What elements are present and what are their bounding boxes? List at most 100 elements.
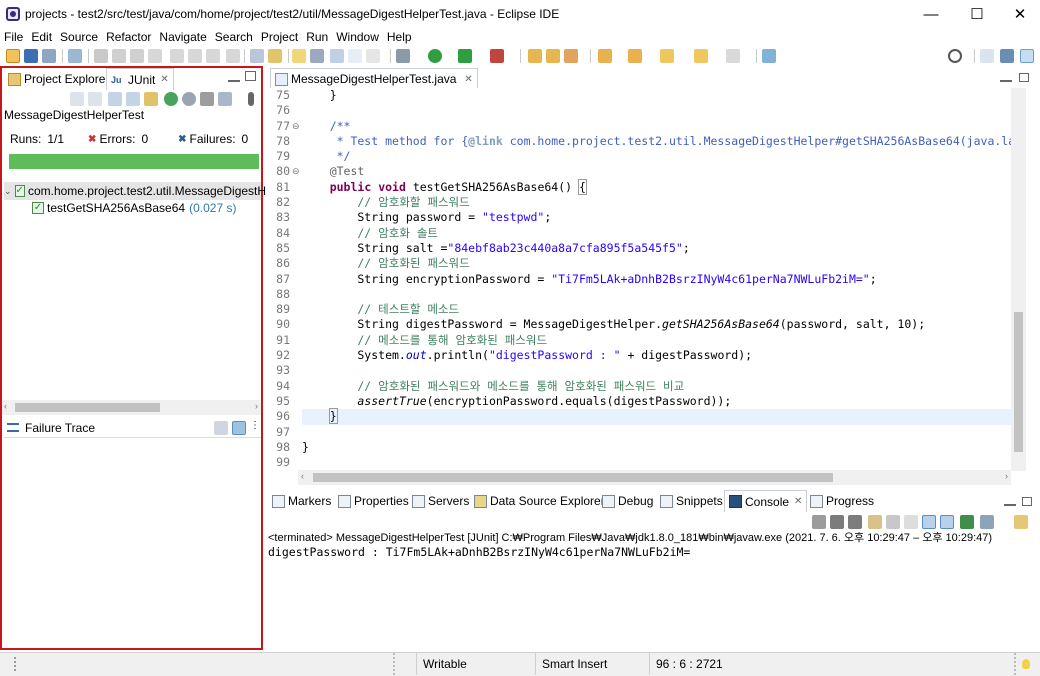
last-edit-icon[interactable]: [660, 49, 674, 63]
code-line[interactable]: }: [302, 408, 1012, 425]
code-line[interactable]: String digestPassword = MessageDigestHel…: [302, 317, 1012, 332]
menu-run[interactable]: Run: [302, 30, 332, 44]
show-on-stderr-icon[interactable]: [940, 515, 954, 529]
close-button[interactable]: ✕: [1000, 0, 1040, 28]
code-line[interactable]: */: [302, 149, 1012, 164]
status-insert-mode[interactable]: Smart Insert: [535, 653, 643, 675]
code-line[interactable]: [302, 287, 1012, 302]
scroll-left-icon[interactable]: ‹: [301, 471, 304, 481]
skip-icon[interactable]: [94, 49, 108, 63]
code-line[interactable]: }: [302, 88, 1012, 103]
resume-icon[interactable]: [112, 49, 126, 63]
code-line[interactable]: [302, 363, 1012, 378]
search-icon[interactable]: [948, 49, 962, 63]
step-over-icon[interactable]: [188, 49, 202, 63]
previous-annotation-icon[interactable]: [628, 49, 642, 63]
tab-snippets[interactable]: Snippets: [656, 490, 727, 512]
new-class-icon[interactable]: [564, 49, 578, 63]
editor-horizontal-scrollbar[interactable]: ‹ ›: [298, 470, 1011, 485]
rerun-failed-icon[interactable]: [182, 92, 196, 106]
new-package-icon[interactable]: [546, 49, 560, 63]
open-perspective-icon[interactable]: [762, 49, 776, 63]
scroll-left-icon[interactable]: ‹: [4, 401, 7, 411]
code-line[interactable]: [302, 455, 1012, 470]
use-step-filters-icon[interactable]: [250, 49, 264, 63]
show-whitespace-icon[interactable]: [348, 49, 362, 63]
debug-icon[interactable]: [396, 49, 410, 63]
view-menu-dots-icon[interactable]: ⋮: [250, 420, 260, 431]
tree-row-suite[interactable]: ⌄ ✓ com.home.project.test2.util.MessageD…: [4, 182, 282, 200]
tree-horizontal-scrollbar[interactable]: ‹ ›: [2, 400, 261, 415]
perspective-debug-icon[interactable]: [1020, 49, 1034, 63]
save-icon[interactable]: [24, 49, 38, 63]
layout-icon[interactable]: [218, 92, 232, 106]
code-line[interactable]: * Test method for {@link com.home.projec…: [302, 134, 1012, 149]
close-icon[interactable]: ✕: [794, 496, 802, 507]
menu-refactor[interactable]: Refactor: [102, 30, 155, 44]
new-java-project-icon[interactable]: [528, 49, 542, 63]
tree-row-test[interactable]: ✓ testGetSHA256AsBase64 (0.027 s): [32, 199, 236, 217]
tab-debug[interactable]: Debug: [598, 490, 657, 512]
code-line[interactable]: String salt ="84ebf8ab23c440a8a7cfa895f5…: [302, 241, 1012, 256]
menu-help[interactable]: Help: [383, 30, 416, 44]
stop-icon[interactable]: [200, 92, 214, 106]
previous-failure-icon[interactable]: [88, 92, 102, 106]
maximize-console-icon[interactable]: [1022, 497, 1032, 506]
perspective-java-icon[interactable]: [980, 49, 994, 63]
tab-editor-file[interactable]: MessageDigestHelperTest.java ✕: [270, 68, 478, 89]
new-icon[interactable]: [6, 49, 20, 63]
maximize-editor-icon[interactable]: [1019, 73, 1029, 82]
minimize-console-icon[interactable]: [1004, 498, 1016, 506]
menu-window[interactable]: Window: [332, 30, 383, 44]
tab-markers[interactable]: Markers: [268, 490, 335, 512]
perspective-jee-icon[interactable]: [1000, 49, 1014, 63]
tab-servers[interactable]: Servers: [408, 490, 473, 512]
code-line[interactable]: // 테스트할 메소드: [302, 302, 1012, 317]
code-line[interactable]: // 암호화 솔트: [302, 226, 1012, 241]
code-line[interactable]: // 암호화된 패스워드: [302, 256, 1012, 271]
compare-result-icon[interactable]: [214, 421, 228, 435]
code-line[interactable]: String password = "testpwd";: [302, 210, 1012, 225]
save-all-icon[interactable]: [42, 49, 56, 63]
tab-progress[interactable]: Progress: [806, 490, 878, 512]
external-tools-icon[interactable]: [490, 49, 504, 63]
code-area[interactable]: } /** * Test method for {@link com.home.…: [302, 88, 1012, 470]
fold-toggle-icon[interactable]: ⊖: [292, 119, 302, 134]
filter-stack-icon[interactable]: [232, 421, 246, 435]
code-line[interactable]: [302, 103, 1012, 118]
open-console-icon[interactable]: [1014, 515, 1028, 529]
terminate-icon[interactable]: [148, 49, 162, 63]
remove-launch-icon[interactable]: [830, 515, 844, 529]
step-into-icon[interactable]: [170, 49, 184, 63]
mark-occurrences-icon[interactable]: [268, 49, 282, 63]
scroll-thumb[interactable]: [15, 403, 160, 412]
fold-toggle-icon[interactable]: ⊖: [292, 164, 302, 179]
close-icon[interactable]: ✕: [464, 74, 472, 85]
pilcrow-icon[interactable]: [366, 49, 380, 63]
console-output[interactable]: digestPassword : Ti7Fm5LAk+aDnhB2BsrzINy…: [268, 545, 1038, 559]
menu-search[interactable]: Search: [211, 30, 257, 44]
scroll-right-icon[interactable]: ›: [255, 401, 258, 411]
toggle-edit-icon[interactable]: [310, 49, 324, 63]
code-line[interactable]: [302, 425, 1012, 440]
minimize-editor-icon[interactable]: [1000, 74, 1012, 82]
maximize-view-icon[interactable]: [245, 71, 256, 81]
drop-frame-icon[interactable]: [226, 49, 240, 63]
word-wrap-icon[interactable]: [904, 515, 918, 529]
tab-project-explorer[interactable]: Project Explorer: [4, 68, 113, 90]
show-failures-icon[interactable]: [108, 92, 122, 106]
scroll-lock-icon[interactable]: [886, 515, 900, 529]
code-editor[interactable]: 75 76 77 78 79 80 81 82 83 84 85 86 87 88 89 90 91 92 93 94…: [266, 88, 1026, 471]
suspend-icon[interactable]: [130, 49, 144, 63]
minimize-button[interactable]: —: [908, 0, 954, 28]
scroll-lock-icon[interactable]: [126, 92, 140, 106]
status-cursor-position[interactable]: 96 : 6 : 2721: [649, 653, 759, 675]
code-line[interactable]: // 암호화할 패스워드: [302, 195, 1012, 210]
scroll-thumb[interactable]: [1014, 312, 1023, 452]
lightbulb-icon[interactable]: [1014, 653, 1040, 675]
maximize-button[interactable]: ☐: [954, 0, 1000, 28]
display-console-icon[interactable]: [980, 515, 994, 529]
scroll-thumb[interactable]: [313, 473, 833, 482]
tab-console[interactable]: Console ✕: [724, 490, 808, 512]
rerun-icon[interactable]: [164, 92, 178, 106]
